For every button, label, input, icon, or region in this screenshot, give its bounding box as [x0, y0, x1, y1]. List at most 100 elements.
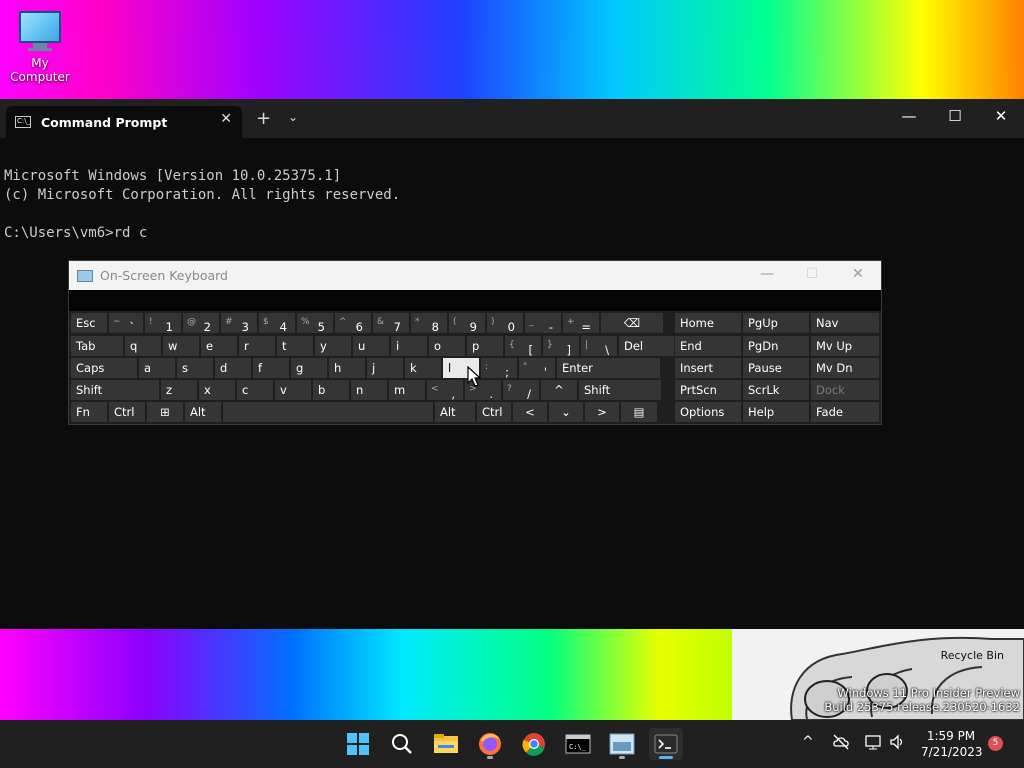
tab-close-button[interactable]: ✕ — [220, 111, 232, 127]
network-icon[interactable] — [864, 733, 882, 755]
key-z[interactable]: z — [161, 380, 197, 400]
show-hidden-icons-chevron-icon[interactable]: ^ — [802, 734, 814, 750]
key-d[interactable]: d — [215, 358, 251, 378]
key-3[interactable]: #3 — [221, 313, 257, 333]
new-tab-button[interactable]: + — [256, 108, 271, 129]
key-pgup[interactable]: PgUp — [743, 313, 809, 333]
key-q[interactable]: q — [125, 336, 161, 356]
terminal-titlebar[interactable]: C:\_ Command Prompt ✕ + ⌄ — ☐ ✕ — [0, 99, 1024, 138]
key-shift[interactable]: Shift — [71, 380, 159, 400]
key-k[interactable]: k — [405, 358, 441, 378]
key-tab[interactable]: Tab — [71, 336, 123, 356]
key-n[interactable]: n — [351, 380, 387, 400]
key-pgdn[interactable]: PgDn — [743, 336, 809, 356]
key-pause[interactable]: Pause — [743, 358, 809, 378]
key-windows[interactable]: ⊞ — [147, 402, 183, 422]
search-button[interactable] — [385, 728, 419, 760]
key-x[interactable]: x — [199, 380, 235, 400]
key-prtscn[interactable]: PrtScn — [675, 380, 741, 400]
osk-close-button[interactable]: ✕ — [846, 266, 870, 282]
key-esc[interactable]: Esc — [71, 313, 107, 333]
key-g[interactable]: g — [291, 358, 327, 378]
key-comma[interactable]: <, — [427, 380, 463, 400]
key-p[interactable]: p — [467, 336, 503, 356]
key-dock[interactable]: Dock — [811, 380, 879, 400]
key-6[interactable]: ^ 6 — [335, 313, 371, 333]
key-t[interactable]: t — [277, 336, 313, 356]
key-4[interactable]: $4 — [259, 313, 295, 333]
key-j[interactable]: j — [367, 358, 403, 378]
key-fade[interactable]: Fade — [811, 402, 879, 422]
key-help[interactable]: Help — [743, 402, 809, 422]
key-minus[interactable]: _ - — [525, 313, 561, 333]
key-equals[interactable]: + = — [563, 313, 599, 333]
key-down[interactable]: ⌄ — [549, 402, 583, 422]
key-left[interactable]: < — [513, 402, 547, 422]
key-a[interactable]: a — [139, 358, 175, 378]
terminal-taskbar-button[interactable] — [649, 728, 683, 760]
tab-command-prompt[interactable]: C:\_ Command Prompt ✕ — [6, 106, 242, 138]
cloud-offline-icon[interactable] — [832, 733, 850, 755]
key-2[interactable]: @2 — [183, 313, 219, 333]
key-f[interactable]: f — [253, 358, 289, 378]
key-nav[interactable]: Nav — [811, 313, 879, 333]
key-enter[interactable]: Enter — [557, 358, 660, 378]
key-o[interactable]: o — [429, 336, 465, 356]
key-quote[interactable]: " ' — [519, 358, 555, 378]
key-s[interactable]: s — [177, 358, 213, 378]
osk-titlebar[interactable]: On-Screen Keyboard — ☐ ✕ — [69, 261, 881, 290]
notification-badge[interactable]: 5 — [988, 736, 1003, 751]
recycle-bin-label[interactable]: Recycle Bin — [941, 649, 1004, 662]
key-del[interactable]: Del — [619, 336, 674, 356]
close-button[interactable]: ✕ — [986, 107, 1016, 125]
key-mv-dn[interactable]: Mv Dn — [811, 358, 879, 378]
key-space[interactable] — [223, 402, 433, 422]
key-alt[interactable]: Alt — [435, 402, 475, 422]
key-backslash[interactable]: | \ — [581, 336, 617, 356]
osk-taskbar-button[interactable] — [605, 728, 639, 760]
key-menu[interactable]: ▤ — [621, 402, 657, 422]
key-5[interactable]: % 5 — [297, 313, 333, 333]
tab-dropdown-button[interactable]: ⌄ — [288, 110, 298, 124]
key-scrlk[interactable]: ScrLk — [743, 380, 809, 400]
key-1[interactable]: ! 1 — [145, 313, 181, 333]
key-b[interactable]: b — [313, 380, 349, 400]
clock[interactable]: 1:59 PM 7/21/2023 — [921, 728, 983, 760]
key-7[interactable]: & 7 — [373, 313, 409, 333]
cmd-taskbar-button[interactable]: C:\_ — [561, 728, 595, 760]
key-backtick[interactable]: ~ ` — [109, 313, 143, 333]
key-m[interactable]: m — [389, 380, 425, 400]
key-fn[interactable]: Fn — [71, 402, 107, 422]
file-explorer-button[interactable] — [429, 728, 463, 760]
speaker-icon[interactable] — [888, 733, 906, 755]
key-semicolon[interactable]: :; — [481, 358, 517, 378]
terminal-output[interactable]: Microsoft Windows [Version 10.0.25375.1]… — [0, 138, 1024, 253]
osk-maximize-button[interactable]: ☐ — [800, 266, 824, 282]
key-ctrl[interactable]: Ctrl — [477, 402, 511, 422]
key-caps[interactable]: Caps — [71, 358, 137, 378]
key-ctrl[interactable]: Ctrl — [109, 402, 145, 422]
key-slash[interactable]: ? / — [503, 380, 539, 400]
maximize-button[interactable]: ☐ — [940, 107, 970, 125]
key-8[interactable]: * 8 — [411, 313, 447, 333]
key-insert[interactable]: Insert — [675, 358, 741, 378]
key-up[interactable]: ^ — [541, 380, 577, 400]
key-alt[interactable]: Alt — [185, 402, 221, 422]
my-computer-desktop-icon[interactable]: My Computer — [0, 8, 80, 84]
key-end[interactable]: End — [675, 336, 741, 356]
key-home[interactable]: Home — [675, 313, 741, 333]
key-options[interactable]: Options — [675, 402, 741, 422]
key-right[interactable]: > — [585, 402, 619, 422]
key-shift[interactable]: Shift — [579, 380, 661, 400]
key-0[interactable]: ) 0 — [487, 313, 523, 333]
key-mv-up[interactable]: Mv Up — [811, 336, 879, 356]
key-y[interactable]: y — [315, 336, 351, 356]
chrome-button[interactable] — [517, 728, 551, 760]
key-i[interactable]: i — [391, 336, 427, 356]
key-v[interactable]: v — [275, 380, 311, 400]
key-w[interactable]: w — [163, 336, 199, 356]
key-9[interactable]: (9 — [449, 313, 485, 333]
key-rbracket[interactable]: }] — [543, 336, 579, 356]
start-button[interactable] — [341, 728, 375, 760]
key-lbracket[interactable]: {[ — [505, 336, 541, 356]
